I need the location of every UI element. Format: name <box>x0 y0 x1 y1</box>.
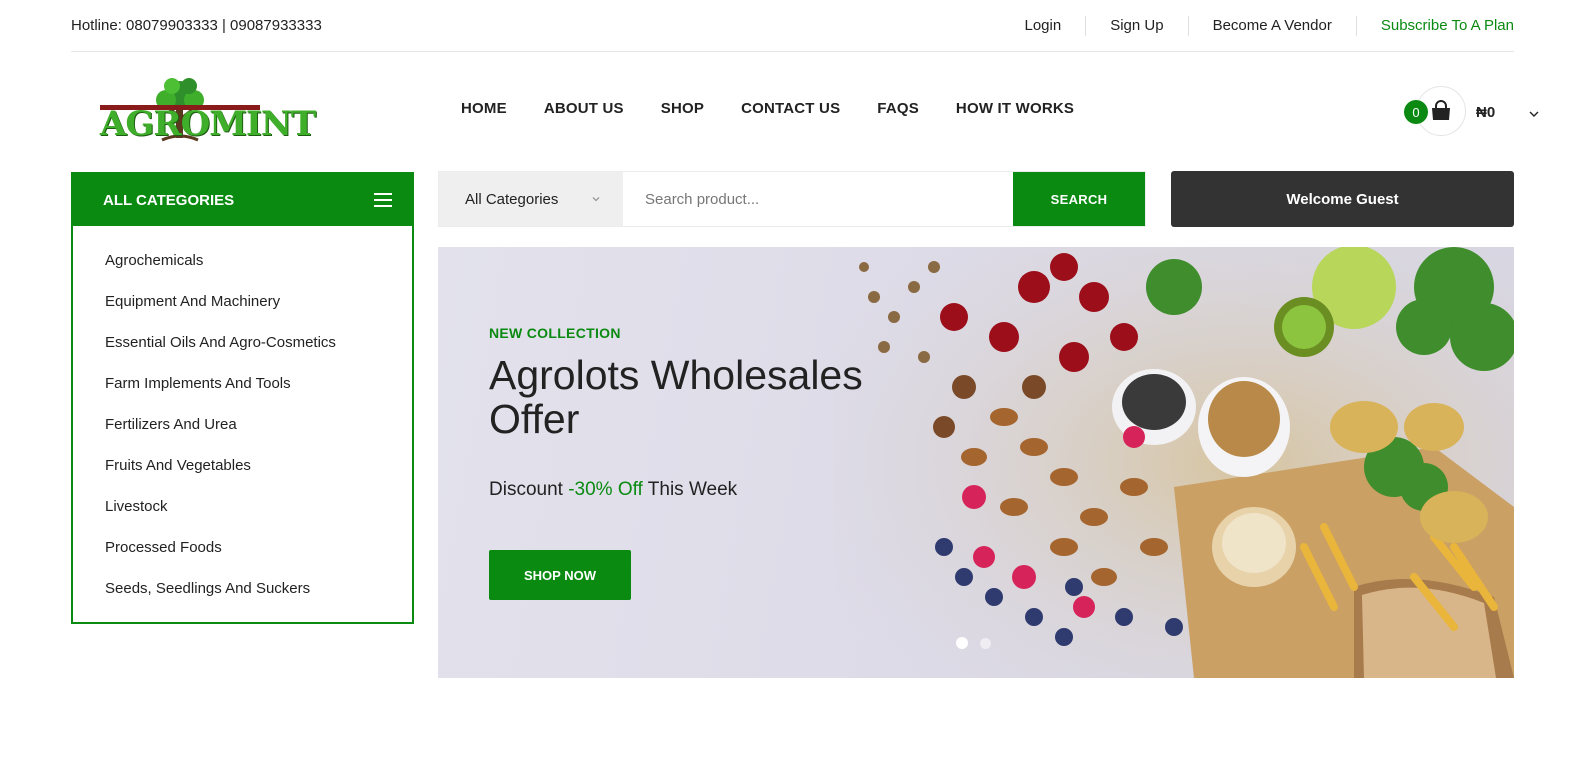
logo-text: AGROMINT <box>100 104 316 144</box>
category-item-essential-oils[interactable]: Essential Oils And Agro-Cosmetics <box>105 322 412 363</box>
nav-how-it-works[interactable]: HOW IT WORKS <box>956 100 1074 117</box>
category-item-equipment[interactable]: Equipment And Machinery <box>105 281 412 322</box>
signup-link[interactable]: Sign Up <box>1085 15 1187 36</box>
shop-now-button[interactable]: SHOP NOW <box>489 550 631 600</box>
cart-total: ₦0 <box>1476 104 1496 121</box>
hero-slider: NEW COLLECTION Agrolots Wholesales Offer… <box>438 247 1514 678</box>
categories-title: ALL CATEGORIES <box>103 191 235 209</box>
top-links: Login Sign Up Become A Vendor Subscribe … <box>1025 15 1514 36</box>
nav-home[interactable]: HOME <box>461 100 507 117</box>
menu-icon[interactable] <box>374 193 392 207</box>
category-item-farm-implements[interactable]: Farm Implements And Tools <box>105 363 412 404</box>
nav-faqs[interactable]: FAQS <box>877 100 919 117</box>
nav-about-us[interactable]: ABOUT US <box>544 100 624 117</box>
category-item-livestock[interactable]: Livestock <box>105 486 412 527</box>
nav-contact-us[interactable]: CONTACT US <box>741 100 840 117</box>
category-item-seeds[interactable]: Seeds, Seedlings And Suckers <box>105 568 412 609</box>
categories-header[interactable]: ALL CATEGORIES <box>73 174 412 226</box>
welcome-guest-box[interactable]: Welcome Guest <box>1171 171 1514 227</box>
shopping-bag-icon <box>1432 100 1450 120</box>
become-vendor-link[interactable]: Become A Vendor <box>1187 15 1356 36</box>
hero-subtitle: Discount -30% Off This Week <box>489 479 869 501</box>
slider-dot-1[interactable] <box>956 637 968 649</box>
category-item-processed-foods[interactable]: Processed Foods <box>105 527 412 568</box>
hero-content: NEW COLLECTION Agrolots Wholesales Offer… <box>489 325 869 600</box>
hero-title: Agrolots Wholesales Offer <box>489 352 863 442</box>
hero-eyebrow: NEW COLLECTION <box>489 325 621 341</box>
food-collection-image <box>834 247 1514 678</box>
search-input[interactable] <box>623 172 1013 226</box>
slider-dot-2[interactable] <box>980 637 991 649</box>
subscribe-plan-link[interactable]: Subscribe To A Plan <box>1355 15 1514 36</box>
categories-panel: ALL CATEGORIES Agrochemicals Equipment A… <box>71 172 414 624</box>
site-logo[interactable]: AGROMINT <box>100 76 316 146</box>
cart-count-badge: 0 <box>1404 100 1428 124</box>
login-link[interactable]: Login <box>1025 16 1086 36</box>
hero-subtitle-prefix: Discount <box>489 479 569 500</box>
search-category-select[interactable]: All Categories <box>439 172 623 226</box>
search-category-value: All Categories <box>465 190 559 208</box>
category-item-fruits-vegetables[interactable]: Fruits And Vegetables <box>105 445 412 486</box>
main-nav: HOME ABOUT US SHOP CONTACT US FAQS HOW I… <box>461 100 1111 117</box>
hero-discount: -30% Off <box>568 479 643 500</box>
mini-cart[interactable]: 0 ₦0 <box>1404 86 1544 138</box>
category-item-fertilizers[interactable]: Fertilizers And Urea <box>105 404 412 445</box>
top-bar: Hotline: 08079903333 | 09087933333 Login… <box>71 0 1514 52</box>
category-item-agrochemicals[interactable]: Agrochemicals <box>105 240 412 281</box>
hero-subtitle-suffix: This Week <box>642 479 738 500</box>
slider-dots <box>956 637 991 649</box>
categories-list: Agrochemicals Equipment And Machinery Es… <box>73 226 412 609</box>
chevron-down-icon[interactable] <box>1528 108 1540 120</box>
chevron-down-icon <box>592 197 600 202</box>
search-bar: All Categories SEARCH <box>438 171 1146 227</box>
nav-shop[interactable]: SHOP <box>661 100 704 117</box>
search-button[interactable]: SEARCH <box>1013 172 1145 226</box>
hotline-text: Hotline: 08079903333 | 09087933333 <box>71 17 322 34</box>
